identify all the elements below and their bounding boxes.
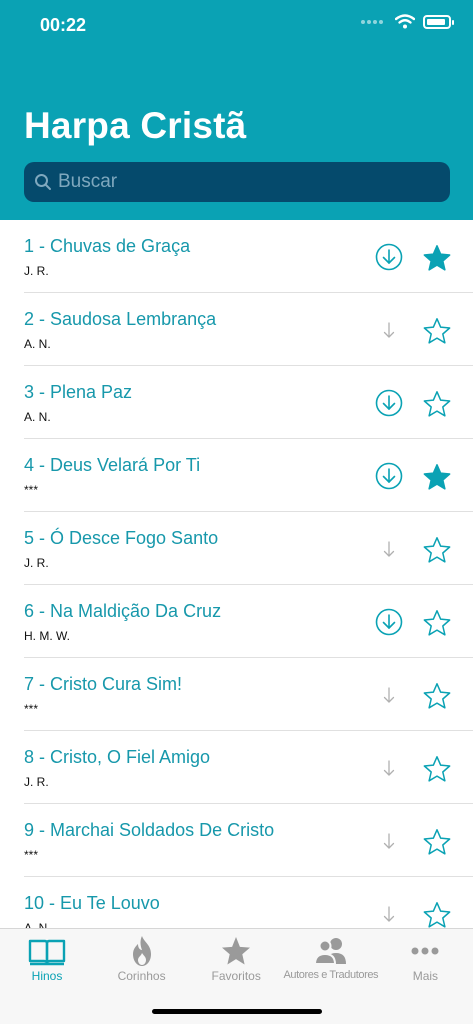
down-arrow-icon	[383, 833, 395, 849]
book-icon	[27, 935, 67, 967]
hymn-title: 3 - Plena Paz	[24, 382, 133, 402]
hymn-title: 5 - Ó Desce Fogo Santo	[24, 528, 219, 548]
download-button[interactable]	[374, 607, 404, 637]
hymn-title: 2 - Saudosa Lembrança	[24, 309, 217, 329]
down-arrow-icon	[383, 687, 395, 703]
hymn-row[interactable]: 7 - Cristo Cura Sim! ***	[0, 658, 473, 731]
favorite-button[interactable]	[421, 753, 453, 785]
hymn-title: 4 - Deus Velará Por Ti	[24, 455, 201, 475]
circle-down-arrow-icon	[375, 389, 403, 417]
hymn-title: 8 - Cristo, O Fiel Amigo	[24, 747, 211, 767]
down-arrow-icon	[383, 322, 395, 338]
download-pending-button[interactable]	[374, 753, 404, 783]
down-arrow-icon	[383, 541, 395, 557]
download-button[interactable]	[374, 388, 404, 418]
star-outline-icon	[423, 902, 451, 928]
favorite-button[interactable]	[421, 607, 453, 639]
hymn-title: 10 - Eu Te Louvo	[24, 893, 160, 913]
tab-label: Favoritos	[211, 969, 261, 983]
favorite-button[interactable]	[421, 534, 453, 566]
search-input[interactable]	[58, 171, 438, 193]
tab-people[interactable]: Autores e Tradutores	[283, 929, 379, 989]
status-icons	[361, 14, 454, 29]
hymn-row[interactable]: 3 - Plena Paz A. N.	[0, 366, 473, 439]
down-arrow-icon	[383, 906, 395, 922]
favorite-button[interactable]	[421, 315, 453, 347]
star-outline-icon	[423, 318, 451, 344]
hymn-list[interactable]: 1 - Chuvas de Graça J. R. 2 - Saudosa Lemb…	[0, 220, 473, 928]
more-dots-icon	[410, 935, 440, 967]
tab-label: Corinhos	[117, 969, 166, 983]
hymn-author: J. R.	[24, 264, 49, 278]
download-pending-button[interactable]	[374, 680, 404, 710]
download-button[interactable]	[374, 461, 404, 491]
hymn-author: J. R.	[24, 556, 49, 570]
hymn-author: ***	[24, 483, 39, 497]
star-outline-icon	[423, 391, 451, 417]
star-icon	[220, 935, 252, 967]
hymn-author: A. N.	[24, 921, 51, 928]
favorite-button[interactable]	[421, 826, 453, 858]
tab-label: Mais	[412, 969, 439, 983]
star-outline-icon	[423, 829, 451, 855]
download-pending-button[interactable]	[374, 899, 404, 928]
search-bar[interactable]	[24, 162, 450, 202]
hymn-author: ***	[24, 848, 39, 862]
hymn-row[interactable]: 8 - Cristo, O Fiel Amigo J. R.	[0, 731, 473, 804]
download-button[interactable]	[374, 242, 404, 272]
search-icon	[35, 174, 51, 190]
star-outline-icon	[423, 537, 451, 563]
header: 00:22 Harpa Cristã	[0, 0, 473, 220]
home-indicator	[152, 1009, 322, 1014]
star-outline-icon	[423, 610, 451, 636]
star-outline-icon	[423, 683, 451, 709]
hymn-title: 9 - Marchai Soldados De Cristo	[24, 820, 275, 840]
download-pending-button[interactable]	[374, 315, 404, 345]
hymn-author: ***	[24, 702, 39, 716]
page-title: Harpa Cristã	[24, 105, 247, 146]
favorite-button[interactable]	[421, 461, 453, 493]
circle-down-arrow-icon	[375, 608, 403, 636]
hymn-row[interactable]: 6 - Na Maldição Da Cruz H. M. W.	[0, 585, 473, 658]
cellular-signal-icon	[361, 19, 383, 24]
favorite-button[interactable]	[421, 680, 453, 712]
star-filled-icon	[423, 464, 451, 490]
hymn-author: J. R.	[24, 775, 49, 789]
tab-more-dots[interactable]: Mais	[378, 929, 472, 989]
download-pending-button[interactable]	[374, 534, 404, 564]
hymn-author: A. N.	[24, 337, 51, 351]
hymn-row[interactable]: 10 - Eu Te Louvo A. N.	[0, 877, 473, 928]
star-outline-icon	[423, 756, 451, 782]
tab-label: Hinos	[31, 969, 63, 983]
download-pending-button[interactable]	[374, 826, 404, 856]
battery-icon	[423, 14, 454, 29]
wifi-icon	[395, 14, 415, 29]
favorite-button[interactable]	[421, 899, 453, 928]
down-arrow-icon	[383, 760, 395, 776]
status-time: 00:22	[40, 15, 87, 35]
favorite-button[interactable]	[421, 242, 453, 274]
flame-icon	[127, 935, 157, 967]
hymn-title: 1 - Chuvas de Graça	[24, 236, 191, 256]
star-filled-icon	[423, 245, 451, 271]
tab-flame[interactable]: Corinhos	[95, 929, 189, 989]
people-icon	[313, 935, 349, 967]
hymn-author: H. M. W.	[24, 629, 70, 643]
favorite-button[interactable]	[421, 388, 453, 420]
tab-label: Autores e Tradutores	[283, 969, 379, 981]
hymn-row[interactable]: 1 - Chuvas de Graça J. R.	[0, 220, 473, 293]
hymn-row[interactable]: 4 - Deus Velará Por Ti ***	[0, 439, 473, 512]
circle-down-arrow-icon	[375, 243, 403, 271]
tab-star[interactable]: Favoritos	[189, 929, 283, 989]
hymn-author: A. N.	[24, 410, 51, 424]
hymn-row[interactable]: 5 - Ó Desce Fogo Santo J. R.	[0, 512, 473, 585]
circle-down-arrow-icon	[375, 462, 403, 490]
hymn-title: 7 - Cristo Cura Sim!	[24, 674, 183, 694]
tab-book[interactable]: Hinos	[0, 929, 94, 989]
hymn-title: 6 - Na Maldição Da Cruz	[24, 601, 222, 621]
hymn-row[interactable]: 9 - Marchai Soldados De Cristo ***	[0, 804, 473, 877]
hymn-row[interactable]: 2 - Saudosa Lembrança A. N.	[0, 293, 473, 366]
